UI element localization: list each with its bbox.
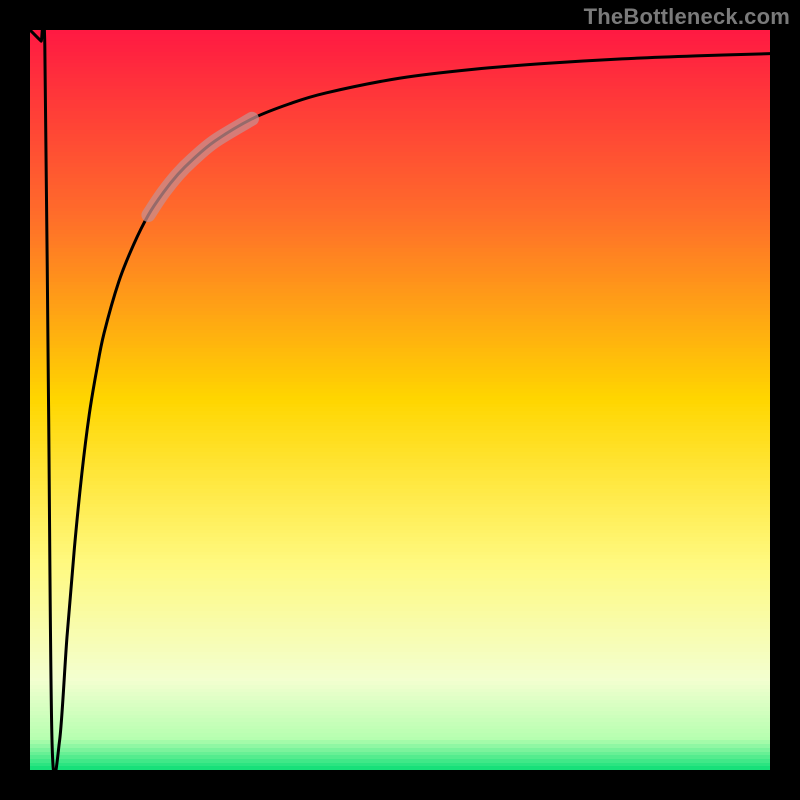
curve-highlight <box>148 119 252 215</box>
chart-frame: TheBottleneck.com <box>0 0 800 800</box>
bottleneck-curve <box>30 30 770 770</box>
plot-area <box>30 30 770 770</box>
watermark-text: TheBottleneck.com <box>584 4 790 30</box>
curve-layer <box>30 30 770 770</box>
